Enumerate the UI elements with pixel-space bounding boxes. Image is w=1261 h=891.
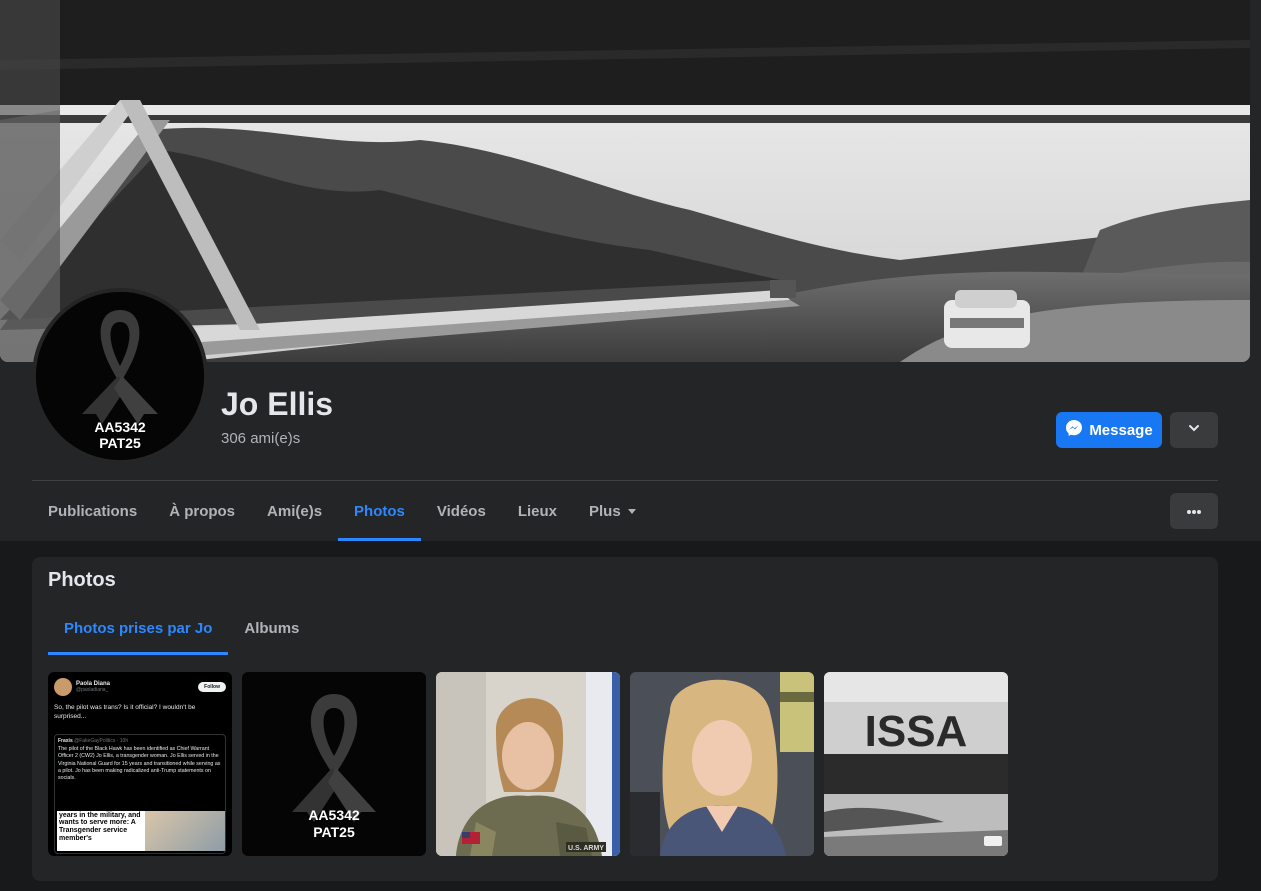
profile-tabs: Publications À propos Ami(e)s Photos Vid… [32,481,653,541]
tweet-quote-text: The pilot of the Black Hawk has been ide… [58,746,221,781]
avatar[interactable]: AA5342 PAT25 [32,288,208,464]
ribbon-text-line2: PAT25 [313,824,355,840]
subtab-albums[interactable]: Albums [228,601,315,655]
tweet-quote-header: Fraxis @FakeGayPolitics · 10h [58,738,222,745]
tab-more[interactable]: Plus [573,481,653,541]
photos-subtabs: Photos prises par Jo Albums [48,601,315,655]
tweet-inset: years in the military, and wants to serv… [57,810,225,851]
tab-friends[interactable]: Ami(e)s [251,481,338,541]
tab-publications[interactable]: Publications [32,481,153,541]
tweet-handle: @paoladiana_ [76,687,109,693]
tweet-quote-author: Fraxis [58,737,73,744]
messenger-icon [1065,419,1083,441]
profile-picture[interactable]: AA5342 PAT25 [36,292,204,460]
tweet-inset-image [145,810,225,851]
tab-about[interactable]: À propos [153,481,251,541]
tweet-header: Paola Diana @paoladiana_ Follow [54,678,226,696]
photos-title: Photos [48,569,116,591]
photo-thumbnail[interactable] [630,672,814,856]
avatar-text-line2: PAT25 [99,435,141,451]
tab-videos[interactable]: Vidéos [421,481,502,541]
friends-count[interactable]: 306 ami(e)s [221,430,300,447]
cover-photo[interactable] [0,0,1250,362]
message-label: Message [1089,421,1153,439]
tab-photos[interactable]: Photos [338,481,421,541]
photo-thumbnail[interactable]: Paola Diana @paoladiana_ Follow So, the … [48,672,232,856]
message-button[interactable]: Message [1056,412,1162,448]
sign-text: ISSA [865,707,968,756]
ribbon-text-line1: AA5342 [308,807,360,823]
avatar [54,678,72,696]
chevron-down-icon [1187,421,1201,440]
tab-places[interactable]: Lieux [502,481,573,541]
tweet-follow-badge: Follow [198,682,226,692]
more-options-button[interactable] [1170,493,1218,529]
photo-grid: Paola Diana @paoladiana_ Follow So, the … [48,672,1008,856]
photos-section: Photos Photos prises par Jo Albums Paola… [32,557,1218,881]
tweet-text: So, the pilot was trans? Is it official?… [54,704,196,720]
tab-more-label: Plus [589,502,621,520]
patch-text: U.S. ARMY [568,845,604,852]
tweet-quote: Fraxis @FakeGayPolitics · 10h The pilot … [54,733,226,854]
photo-thumbnail[interactable]: ISSA [824,672,1008,856]
subtab-photos-by-jo[interactable]: Photos prises par Jo [48,601,229,655]
tweet-inset-text: years in the military, and wants to serv… [57,810,145,851]
caret-down-icon [627,503,637,520]
ellipsis-icon [1186,502,1202,520]
photo-thumbnail[interactable]: AA5342 PAT25 [242,672,426,856]
tweet-quote-meta: @FakeGayPolitics · 10h [74,737,129,744]
profile-name: Jo Ellis [221,386,334,422]
profile-actions-dropdown[interactable] [1170,412,1218,448]
avatar-text-line1: AA5342 [94,419,146,435]
photo-thumbnail[interactable]: U.S. ARMY [436,672,620,856]
